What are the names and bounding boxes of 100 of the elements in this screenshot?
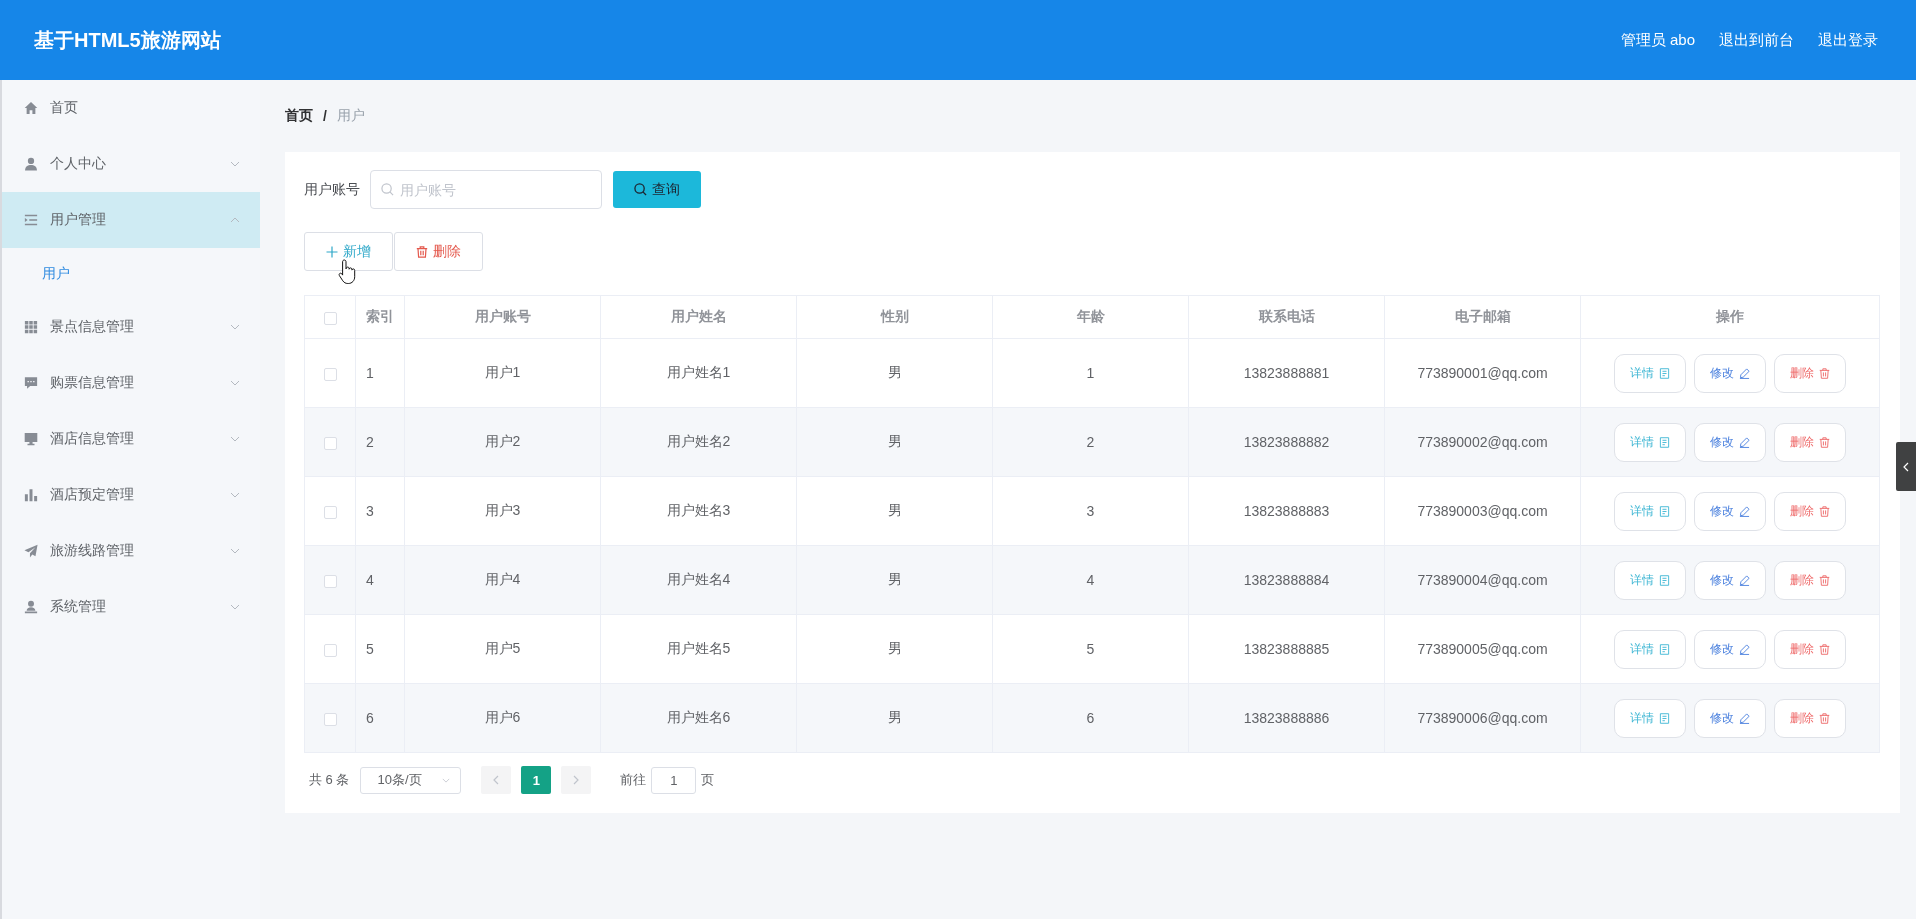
- delete-button[interactable]: 删除: [394, 232, 483, 271]
- table-cell: 13823888884: [1188, 545, 1385, 615]
- delete-button[interactable]: 删除: [1774, 422, 1846, 462]
- table-cell: 773890002@qq.com: [1384, 407, 1581, 477]
- page-number-button[interactable]: 1: [521, 766, 552, 794]
- delete-button[interactable]: 删除: [1774, 629, 1846, 669]
- table-cell: 2: [992, 407, 1189, 477]
- header-link[interactable]: 退出登录: [1818, 30, 1878, 50]
- delete-button[interactable]: 删除: [1774, 698, 1846, 738]
- document-icon: [1659, 436, 1670, 448]
- detail-button[interactable]: 详情: [1614, 560, 1686, 600]
- search-field[interactable]: 用户账号: [370, 170, 602, 209]
- row-checkbox[interactable]: [323, 712, 337, 726]
- chevron-right-icon: [573, 775, 580, 785]
- delete-button[interactable]: 删除: [1774, 560, 1846, 600]
- table-cell: 13823888881: [1188, 338, 1385, 408]
- sidebar-subitem[interactable]: 用户: [2, 248, 260, 299]
- detail-button[interactable]: 详情: [1614, 491, 1686, 531]
- query-button[interactable]: 查询: [613, 171, 701, 208]
- row-checkbox[interactable]: [323, 367, 337, 381]
- edit-button[interactable]: 修改: [1694, 491, 1766, 531]
- page-size-select[interactable]: 10条/页: [360, 766, 462, 794]
- detail-button[interactable]: 详情: [1614, 353, 1686, 393]
- row-checkbox[interactable]: [323, 574, 337, 588]
- table-cell: 男: [796, 476, 993, 546]
- document-icon: [1659, 643, 1670, 655]
- detail-button[interactable]: 详情: [1614, 698, 1686, 738]
- column-header: 联系电话: [1188, 295, 1385, 339]
- detail-button[interactable]: 详情: [1614, 422, 1686, 462]
- table-cell: 男: [796, 338, 993, 408]
- monitor-icon: [24, 432, 38, 446]
- table-cell: 男: [796, 545, 993, 615]
- table-cell: 用户姓名3: [600, 476, 797, 546]
- table-cell: 773890003@qq.com: [1384, 476, 1581, 546]
- site-title: 基于HTML5旅游网站: [34, 27, 221, 53]
- search-icon: [381, 183, 394, 196]
- row-checkbox[interactable]: [323, 436, 337, 450]
- sidebar-item[interactable]: 用户管理: [2, 192, 260, 248]
- table-cell: 6: [992, 683, 1189, 753]
- table-cell: 1: [355, 338, 405, 408]
- table-cell: 773890001@qq.com: [1384, 338, 1581, 408]
- table-cell: 用户姓名1: [600, 338, 797, 408]
- table-cell: 用户姓名5: [600, 614, 797, 684]
- list-icon: [24, 213, 38, 227]
- select-all-checkbox[interactable]: [323, 311, 337, 325]
- grid-icon: [24, 320, 38, 334]
- edit-button[interactable]: 修改: [1694, 422, 1766, 462]
- table-cell: 773890004@qq.com: [1384, 545, 1581, 615]
- trash-icon: [1819, 643, 1830, 655]
- sidebar-item[interactable]: 个人中心: [2, 136, 260, 192]
- admin-label: 管理员 abo: [1620, 30, 1695, 50]
- column-header: 索引: [355, 295, 405, 339]
- edit-button[interactable]: 修改: [1694, 629, 1766, 669]
- trash-icon: [1819, 505, 1830, 517]
- edit-button[interactable]: 修改: [1694, 560, 1766, 600]
- trash-icon: [1819, 367, 1830, 379]
- table-cell: 男: [796, 407, 993, 477]
- column-header: 年龄: [992, 295, 1189, 339]
- chevron-left-icon: [1903, 461, 1909, 472]
- hand-cursor-icon: [338, 259, 356, 285]
- trash-icon: [1819, 574, 1830, 586]
- row-checkbox[interactable]: [323, 505, 337, 519]
- table-cell: 用户3: [404, 476, 601, 546]
- pencil-icon: [1739, 505, 1750, 517]
- document-icon: [1659, 574, 1670, 586]
- sidebar-item[interactable]: 购票信息管理: [2, 355, 260, 411]
- sidebar-item[interactable]: 酒店预定管理: [2, 467, 260, 523]
- detail-button[interactable]: 详情: [1614, 629, 1686, 669]
- edit-button[interactable]: 修改: [1694, 698, 1766, 738]
- add-button[interactable]: 新增: [304, 232, 393, 271]
- sidebar-item[interactable]: 系统管理: [2, 579, 260, 635]
- sidebar-item[interactable]: 旅游线路管理: [2, 523, 260, 579]
- paper-plane-icon: [24, 544, 38, 558]
- table-cell: 2: [355, 407, 405, 477]
- sidebar-item[interactable]: 首页: [2, 80, 260, 136]
- breadcrumb-item[interactable]: 首页: [285, 107, 313, 125]
- delete-button[interactable]: 删除: [1774, 353, 1846, 393]
- column-header: 性别: [796, 295, 993, 339]
- sidebar-item[interactable]: 景点信息管理: [2, 299, 260, 355]
- row-checkbox[interactable]: [323, 643, 337, 657]
- goto-label: 前往: [620, 771, 647, 789]
- column-header: 用户姓名: [600, 295, 797, 339]
- header-link[interactable]: 退出到前台: [1719, 30, 1794, 50]
- document-icon: [1659, 505, 1670, 517]
- pencil-icon: [1739, 367, 1750, 379]
- document-icon: [1659, 367, 1670, 379]
- table-cell: 用户5: [404, 614, 601, 684]
- page-input[interactable]: 1: [651, 766, 697, 794]
- delete-button[interactable]: 删除: [1774, 491, 1846, 531]
- sidebar-item[interactable]: 酒店信息管理: [2, 411, 260, 467]
- bar-chart-icon: [24, 488, 38, 502]
- column-header: 操作: [1580, 295, 1880, 339]
- table-cell: 13823888882: [1188, 407, 1385, 477]
- table-cell: 4: [992, 545, 1189, 615]
- breadcrumb-separator: /: [323, 108, 327, 124]
- user-icon: [24, 157, 38, 171]
- edit-button[interactable]: 修改: [1694, 353, 1766, 393]
- trash-icon: [1819, 712, 1830, 724]
- table-cell: 773890006@qq.com: [1384, 683, 1581, 753]
- side-panel-toggle[interactable]: [1896, 442, 1916, 491]
